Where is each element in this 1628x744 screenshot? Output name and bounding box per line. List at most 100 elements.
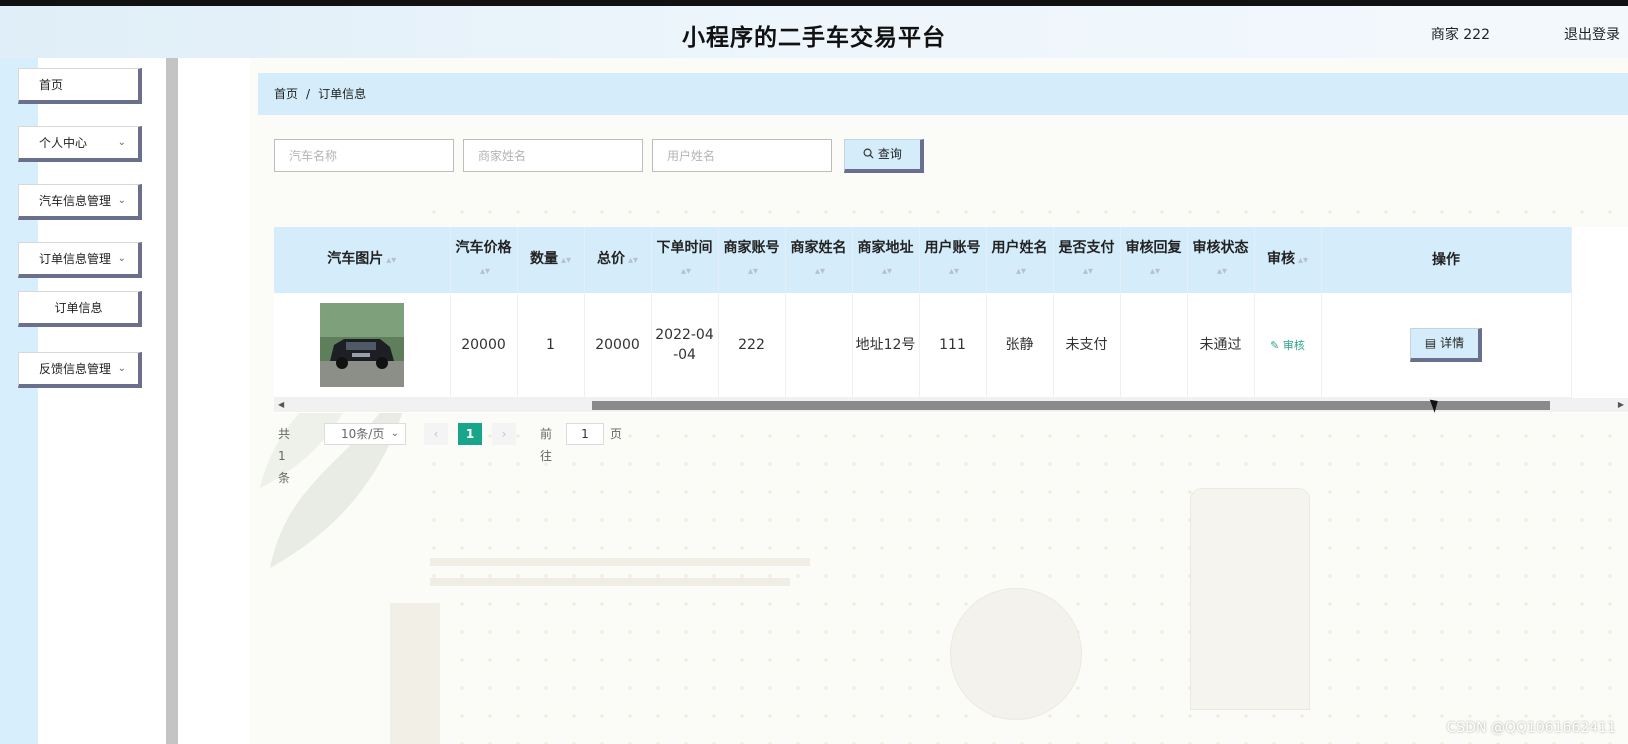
main-content: 首页 / 订单信息 查询 汽车图片▴▾ 汽车价格▴▾ 数量▴▾ 总价▴▾: [250, 58, 1628, 744]
sidebar-item-label: 反馈信息管理: [39, 362, 112, 376]
cell-audit-status: 未通过: [1187, 293, 1255, 398]
chevron-down-icon: ⌄: [390, 428, 399, 439]
cell-car-image: [274, 293, 451, 398]
sort-icon[interactable]: ▴▾: [1150, 266, 1160, 277]
column-header-user-name[interactable]: 用户姓名▴▾: [986, 227, 1054, 293]
column-header-actions: 操作: [1321, 227, 1572, 293]
sort-icon[interactable]: ▴▾: [882, 266, 892, 277]
document-icon: ▤: [1424, 336, 1437, 350]
scrollbar-thumb[interactable]: [592, 401, 1550, 410]
cell-actions: ▤ 详情: [1321, 293, 1572, 398]
logout-link[interactable]: 退出登录: [1564, 24, 1620, 44]
column-header-merchant-address[interactable]: 商家地址▴▾: [852, 227, 920, 293]
sidebar-item-car-management[interactable]: 汽车信息管理 ⌄: [18, 184, 142, 220]
page-size-select[interactable]: 10条/页 ⌄: [324, 423, 406, 445]
column-header-quantity[interactable]: 数量 ▴▾: [517, 227, 585, 293]
cell-total-price: 20000: [584, 293, 652, 398]
sidebar-item-label: 订单信息管理: [39, 252, 112, 266]
sidebar-item-label: 订单信息: [54, 301, 103, 315]
breadcrumb-separator: /: [306, 87, 311, 101]
column-header-audit-reply[interactable]: 审核回复▴▾: [1120, 227, 1188, 293]
sort-icon[interactable]: ▴▾: [1016, 266, 1026, 277]
scroll-left-icon[interactable]: ◀: [278, 398, 284, 412]
background-cylinder: [1190, 488, 1310, 710]
background-block: [390, 603, 440, 744]
query-button-label: 查询: [877, 147, 902, 161]
sidebar-item-order-management[interactable]: 订单信息管理 ⌄: [18, 242, 142, 278]
gutter: [178, 58, 250, 744]
breadcrumb-current: 订单信息: [318, 87, 367, 101]
column-header-total-price[interactable]: 总价 ▴▾: [584, 227, 652, 293]
cell-audit: ✎ 审核: [1254, 293, 1322, 398]
column-header-merchant-account[interactable]: 商家账号▴▾: [718, 227, 786, 293]
user-name-input[interactable]: [652, 139, 832, 172]
sort-icon[interactable]: ▴▾: [681, 266, 691, 277]
column-header-car-image[interactable]: 汽车图片 ▴▾: [274, 227, 451, 293]
sort-icon[interactable]: ▴▾: [1083, 266, 1093, 277]
sidebar-item-personal-center[interactable]: 个人中心 ⌄: [18, 126, 142, 162]
sort-icon[interactable]: ▴▾: [949, 266, 959, 277]
current-user: 商家 222: [1430, 27, 1490, 43]
column-header-user-account[interactable]: 用户账号▴▾: [919, 227, 987, 293]
column-header-is-paid[interactable]: 是否支付▴▾: [1053, 227, 1121, 293]
sort-icon[interactable]: ▴▾: [1298, 255, 1308, 266]
column-header-merchant-name[interactable]: 商家姓名▴▾: [785, 227, 853, 293]
column-header-audit-status[interactable]: 审核状态▴▾: [1187, 227, 1255, 293]
cell-car-price: 20000: [450, 293, 518, 398]
sidebar-item-label: 个人中心: [39, 136, 88, 150]
detail-button[interactable]: ▤ 详情: [1410, 328, 1482, 362]
cell-is-paid: 未支付: [1053, 293, 1121, 398]
chevron-down-icon: ⌄: [117, 253, 126, 264]
background-shelf: [430, 558, 810, 566]
column-header-order-time[interactable]: 下单时间▴▾: [651, 227, 719, 293]
background-circle: [950, 588, 1082, 720]
breadcrumb: 首页 / 订单信息: [258, 73, 1628, 115]
prev-page-button[interactable]: ‹: [424, 423, 448, 445]
cell-merchant-address: 地址12号: [852, 293, 920, 398]
background-shelf: [430, 578, 790, 586]
breadcrumb-home[interactable]: 首页: [274, 87, 298, 101]
cell-order-time: 2022-04-04: [651, 293, 719, 398]
cell-audit-reply: [1120, 293, 1188, 398]
sort-icon[interactable]: ▴▾: [815, 266, 825, 277]
goto-page-input[interactable]: [566, 423, 604, 445]
sort-icon[interactable]: ▴▾: [386, 255, 396, 266]
scroll-right-icon[interactable]: ▶: [1618, 398, 1624, 412]
cell-user-name: 张静: [986, 293, 1054, 398]
query-button[interactable]: 查询: [844, 139, 924, 173]
cell-merchant-account: 222: [718, 293, 786, 398]
watermark: CSDN @QQ1061662411: [1446, 720, 1616, 736]
sidebar-scrollbar[interactable]: [166, 58, 178, 744]
next-page-button[interactable]: ›: [492, 423, 516, 445]
chevron-down-icon: ⌄: [117, 195, 126, 206]
chevron-down-icon: ⌄: [117, 363, 126, 374]
sort-icon[interactable]: ▴▾: [480, 266, 490, 277]
sidebar-item-home[interactable]: 首页: [18, 68, 142, 104]
sort-icon[interactable]: ▴▾: [628, 255, 638, 266]
sidebar-item-feedback-management[interactable]: 反馈信息管理 ⌄: [18, 352, 142, 388]
merchant-name-input[interactable]: [463, 139, 643, 172]
sort-icon[interactable]: ▴▾: [748, 266, 758, 277]
column-header-car-price[interactable]: 汽车价格▴▾: [450, 227, 518, 293]
car-thumbnail-image[interactable]: [319, 303, 404, 387]
page-suffix-label: 页: [610, 427, 623, 441]
search-icon: [863, 148, 874, 159]
app-title: 小程序的二手车交易平台: [682, 25, 946, 51]
header: 小程序的二手车交易平台 商家 222 退出登录: [0, 6, 1628, 58]
sort-icon[interactable]: ▴▾: [1217, 266, 1227, 277]
audit-link[interactable]: ✎ 审核: [1270, 339, 1305, 352]
sidebar-subitem-order-info[interactable]: 订单信息: [18, 291, 142, 327]
sidebar-item-label: 汽车信息管理: [39, 194, 112, 208]
column-header-audit[interactable]: 审核 ▴▾: [1254, 227, 1322, 293]
table-header-row: 汽车图片 ▴▾ 汽车价格▴▾ 数量 ▴▾ 总价 ▴▾ 下单时间▴▾ 商家账号▴▾ 商家…: [274, 227, 1572, 293]
pagination-total: 共 1 条: [278, 427, 291, 485]
sort-icon[interactable]: ▴▾: [561, 255, 571, 266]
table-horizontal-scrollbar[interactable]: ◀ ▶: [274, 398, 1628, 412]
cell-user-account: 111: [919, 293, 987, 398]
car-name-input[interactable]: [274, 139, 454, 172]
table-row: 20000 1 20000 2022-04-04 222 地址12号 111 张…: [274, 293, 1572, 398]
edit-icon: ✎: [1270, 338, 1280, 352]
page-number-current[interactable]: 1: [458, 423, 482, 445]
cell-quantity: 1: [517, 293, 585, 398]
goto-label: 前往: [540, 427, 553, 463]
